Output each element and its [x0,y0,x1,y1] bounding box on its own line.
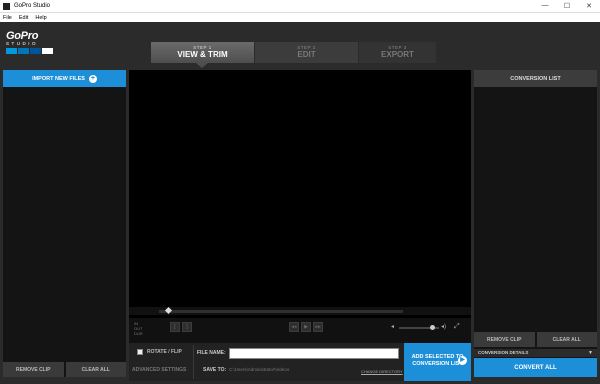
menu-edit[interactable]: Edit [19,15,28,21]
tab-view-trim[interactable]: STEP 1 VIEW & TRIM [151,42,255,63]
menu-file[interactable]: File [3,15,12,21]
media-bin: IMPORT NEW FILES + REMOVE CLIP CLEAR ALL [3,70,126,377]
play-icon[interactable]: ▶ [301,322,311,332]
divider [193,345,194,379]
close-button[interactable]: ✕ [578,2,600,10]
clear-all-button[interactable]: CLEAR ALL [536,332,597,347]
step-title: VIEW & TRIM [177,50,228,59]
import-label: IMPORT NEW FILES [32,75,85,82]
menu-bar: File Edit Help [0,13,600,22]
window-title: GoPro Studio [14,3,51,9]
rotate-flip-checkbox[interactable] [137,349,143,355]
conversion-list-header: CONVERSION LIST [474,70,597,87]
maximize-button[interactable]: ☐ [556,2,578,10]
app-body: GoPro STUDIO STEP 1 VIEW & TRIM STEP 2 E… [0,22,600,384]
active-step-pointer [196,63,208,68]
step-tabs: STEP 1 VIEW & TRIM STEP 2 EDIT STEP 3 EX… [151,42,437,63]
fullscreen-icon[interactable]: ⤢ [454,323,460,331]
conversion-list-panel: CONVERSION LIST REMOVE CLIP CLEAR ALL CO… [474,70,597,377]
logo-sub: STUDIO [6,41,39,46]
add-selected-label: ADD SELECTED TO CONVERSION LIST [411,354,464,367]
logo-block [6,48,17,54]
volume-knob[interactable] [430,325,435,330]
step-forward-icon[interactable]: ▸▸ [313,322,323,332]
remove-clip-button[interactable]: REMOVE CLIP [3,362,64,377]
remove-clip-button[interactable]: REMOVE CLIP [474,332,535,347]
step-title: EDIT [297,50,316,59]
logo-block [30,48,41,54]
media-bin-footer: REMOVE CLIP CLEAR ALL [3,362,126,377]
video-preview[interactable] [129,70,471,324]
logo-blocks [6,48,56,54]
volume-high-icon[interactable]: ◂) [441,323,446,330]
change-directory-link[interactable]: CHANGE DIRECTORY [361,369,403,374]
plus-icon: + [88,74,97,83]
file-name-input[interactable] [229,348,399,359]
conversion-details-label: CONVERSION DETAILS [478,350,529,355]
conversion-list-footer: REMOVE CLIP CLEAR ALL [474,332,597,347]
tab-edit[interactable]: STEP 2 EDIT [255,42,359,63]
volume-slider[interactable] [399,325,439,330]
mark-out-button[interactable]: ] [182,322,192,332]
logo-block [18,48,29,54]
chevron-down-icon: ▼ [588,350,593,356]
app-icon [3,2,10,10]
import-new-files-button[interactable]: IMPORT NEW FILES + [3,70,126,87]
gopro-logo: GoPro STUDIO [6,30,56,62]
scrub-track[interactable] [159,310,403,313]
save-to-label: SAVE TO: [203,367,227,373]
step-title: EXPORT [381,50,414,59]
mark-in-button[interactable]: [ [170,322,180,332]
menu-help[interactable]: Help [35,15,46,21]
convert-all-button[interactable]: CONVERT ALL [474,358,597,377]
clear-all-button[interactable]: CLEAR ALL [65,362,126,377]
tab-export[interactable]: STEP 3 EXPORT [359,42,437,63]
rotate-flip-label: ROTATE / FLIP [147,349,182,355]
rotate-flip-option[interactable]: ROTATE / FLIP [137,349,182,355]
conversion-details-toggle[interactable]: CONVERSION DETAILS ▼ [474,349,597,357]
minimize-button[interactable]: — [534,2,556,10]
add-to-conversion-list-button[interactable]: ADD SELECTED TO CONVERSION LIST ▶ [404,343,471,381]
clip-settings-bar: ROTATE / FLIP ADVANCED SETTINGS FILE NAM… [129,343,471,381]
volume-low-icon[interactable]: ◂ [391,323,394,330]
logo-block [42,48,53,54]
scrub-bar[interactable] [129,306,471,315]
step-back-icon[interactable]: ◂◂ [289,322,299,332]
window-titlebar: GoPro Studio — ☐ ✕ [0,0,600,13]
window-controls: — ☐ ✕ [534,2,600,10]
save-to-path: C:\Users\Administrator\Videos [229,367,290,372]
file-name-label: FILE NAME: [197,350,226,356]
arrow-right-icon: ▶ [458,356,467,365]
playback-controls: IN OUT DUR [ ] ◂◂ ▶ ▸▸ ◂ ◂) ⤢ [129,318,471,343]
advanced-settings-button[interactable]: ADVANCED SETTINGS [132,367,186,373]
timecode-labels: IN OUT DUR [134,321,143,336]
